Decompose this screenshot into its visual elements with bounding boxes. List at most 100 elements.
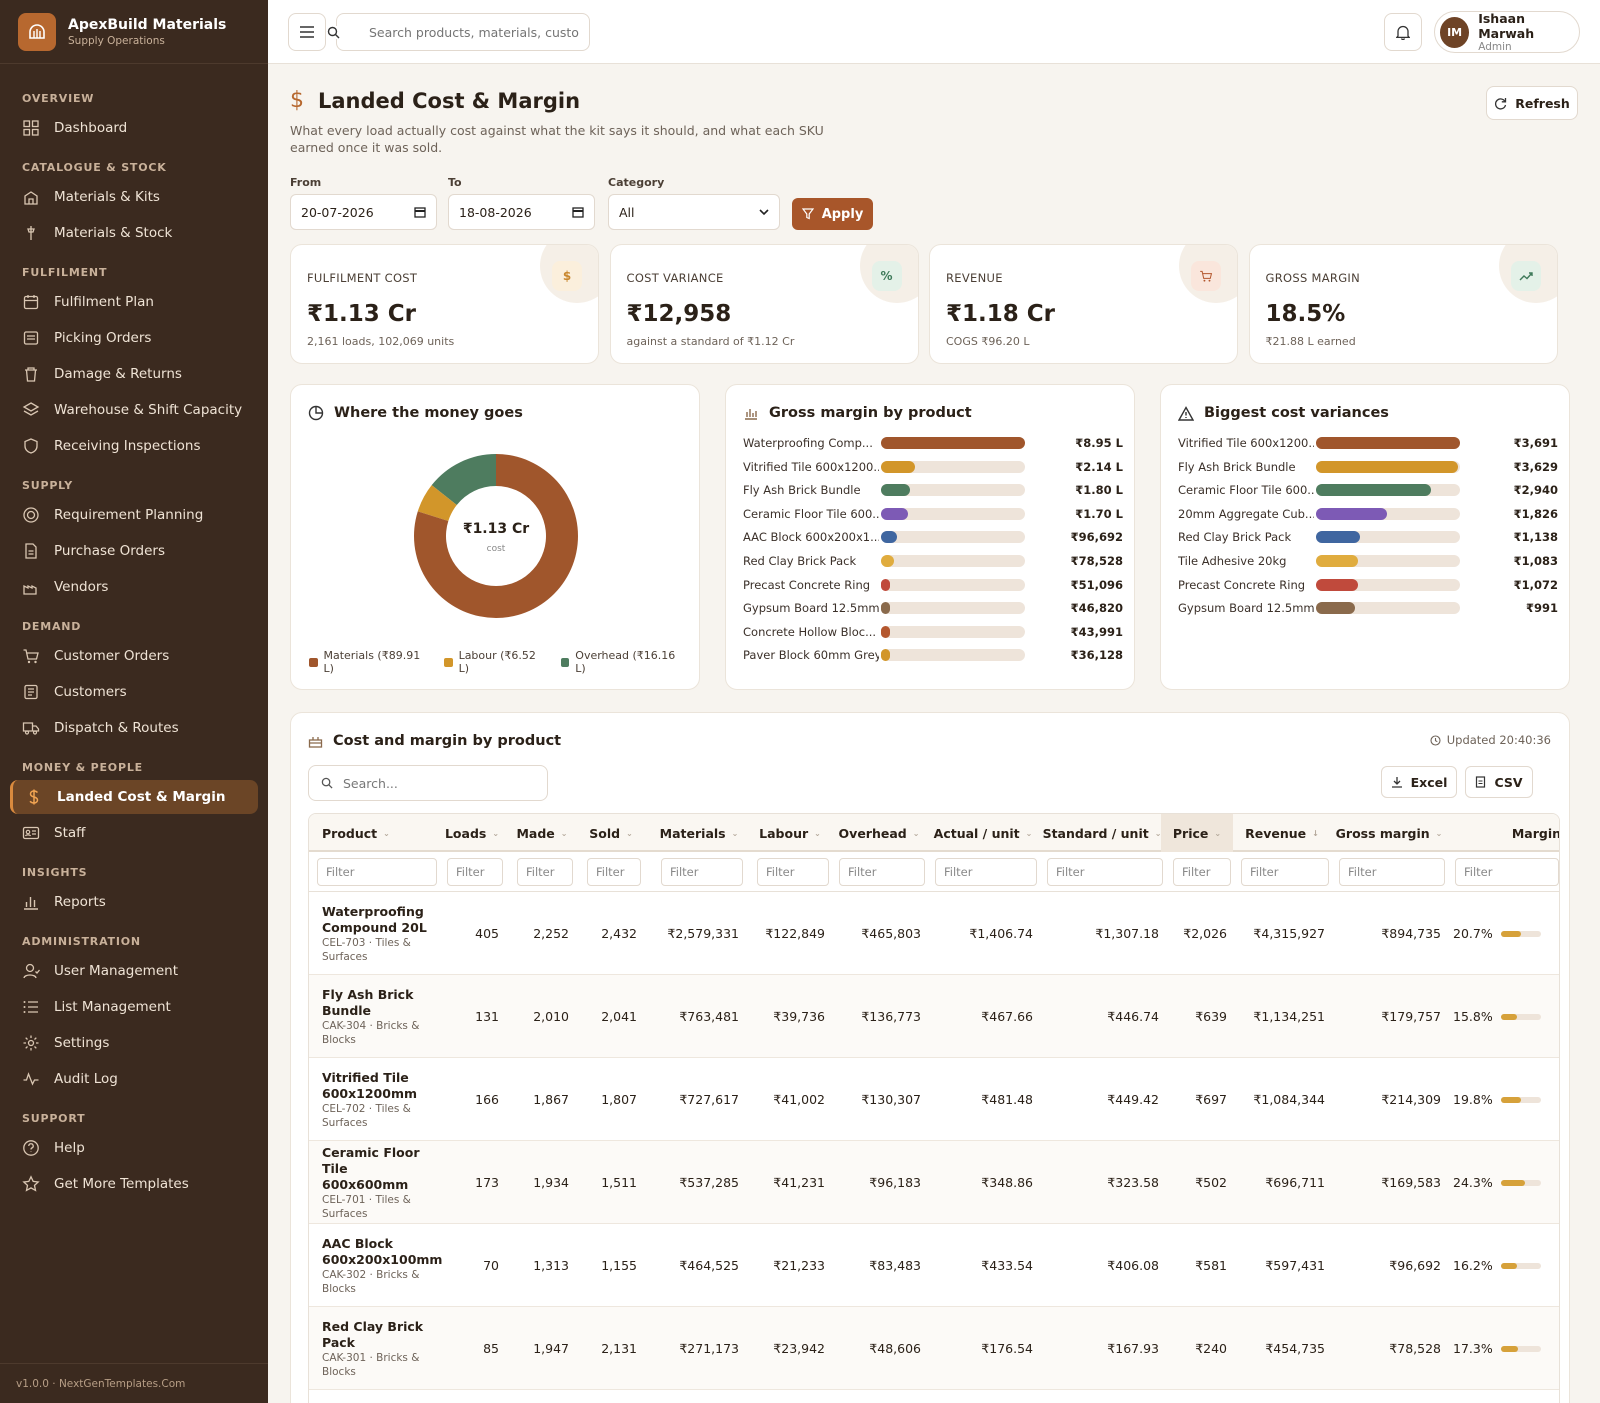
sidebar-item-customer-orders[interactable]: Customer Orders <box>10 639 258 673</box>
bar-row[interactable]: Red Clay Brick Pack ₹1,138 <box>1178 525 1558 549</box>
table-row[interactable]: Ceramic Floor Tile 600x600mm CEL-701 · T… <box>309 1141 1559 1224</box>
sidebar-item-requirement-planning[interactable]: Requirement Planning <box>10 498 258 532</box>
column-header-standard-unit[interactable]: Standard / unit ⌄ <box>1039 814 1165 852</box>
cell-price: ₹581 <box>1195 1258 1227 1273</box>
column-header-price[interactable]: Price ⌄ <box>1161 814 1233 852</box>
sidebar-item-materials-stock[interactable]: Materials & Stock <box>10 216 258 250</box>
cell-materials: ₹271,173 <box>679 1341 739 1356</box>
margin-value: 17.3% <box>1453 1341 1493 1356</box>
sidebar-item-materials-kits[interactable]: Materials & Kits <box>10 180 258 214</box>
bar-row[interactable]: Concrete Hollow Bloc... ₹43,991 <box>743 620 1123 644</box>
donut-legend: Materials (₹89.91 L) Labour (₹6.52 L) Over… <box>309 649 699 675</box>
column-filter-input[interactable]: Filter <box>1241 858 1329 886</box>
cell-loads: 173 <box>475 1175 499 1190</box>
global-search-input[interactable] <box>369 24 579 40</box>
from-date-input[interactable]: 20-07-2026 <box>290 194 437 230</box>
bar-row[interactable]: Precast Concrete Ring ₹51,096 <box>743 573 1123 597</box>
menu-toggle-button[interactable] <box>288 13 326 51</box>
bar-row[interactable]: 20mm Aggregate Cub... ₹1,826 <box>1178 502 1558 526</box>
bar-row[interactable]: Gypsum Board 12.5mm ₹991 <box>1178 596 1558 620</box>
csv-export-button[interactable]: CSV <box>1465 766 1533 798</box>
sidebar-item-list-management[interactable]: List Management <box>10 990 258 1024</box>
bar-row[interactable]: Fly Ash Brick Bundle ₹3,629 <box>1178 455 1558 479</box>
bar-value: ₹36,128 <box>1070 648 1123 663</box>
global-search[interactable] <box>327 13 590 51</box>
bar-row[interactable]: Tile Adhesive 20kg ₹1,083 <box>1178 549 1558 573</box>
column-filter-input[interactable]: Filter <box>317 858 437 886</box>
sidebar-item-receiving-inspections[interactable]: Receiving Inspections <box>10 429 258 463</box>
sidebar-item-user-management[interactable]: User Management <box>10 954 258 988</box>
to-date-input[interactable]: 18-08-2026 <box>448 194 595 230</box>
brand[interactable]: ApexBuild Materials Supply Operations <box>0 0 268 64</box>
sidebar-item-dashboard[interactable]: Dashboard <box>10 111 258 145</box>
sidebar-item-staff[interactable]: Staff <box>10 816 258 850</box>
refresh-button[interactable]: Refresh <box>1486 86 1578 120</box>
column-filter-input[interactable]: Filter <box>1173 858 1231 886</box>
table-row[interactable]: Vitrified Tile 600x1200mm CEL-702 · Tile… <box>309 1058 1559 1141</box>
sidebar-item-warehouse-shift-capacity[interactable]: Warehouse & Shift Capacity <box>10 393 258 427</box>
category-select[interactable]: All <box>608 194 780 230</box>
column-filter-input[interactable]: Filter <box>1339 858 1445 886</box>
bar-row[interactable]: AAC Block 600x200x1... ₹96,692 <box>743 525 1123 549</box>
table-row[interactable]: Red Clay Brick Pack CAK-301 · Bricks & B… <box>309 1307 1559 1390</box>
column-filter-input[interactable]: Filter <box>661 858 743 886</box>
bar-row[interactable]: Ceramic Floor Tile 600... ₹2,940 <box>1178 478 1558 502</box>
sidebar-item-purchase-orders[interactable]: Purchase Orders <box>10 534 258 568</box>
dollar-icon: $ <box>552 261 582 291</box>
sidebar-item-help[interactable]: Help <box>10 1131 258 1165</box>
id-card-icon <box>22 824 40 842</box>
sidebar-item-get-more-templates[interactable]: Get More Templates <box>10 1167 258 1201</box>
column-header-revenue[interactable]: Revenue ↓ <box>1233 814 1331 852</box>
bar-row[interactable]: Vitrified Tile 600x1200... ₹2.14 L <box>743 455 1123 479</box>
column-filter-input[interactable]: Filter <box>935 858 1037 886</box>
apply-button[interactable]: Apply <box>792 198 873 230</box>
bar-row[interactable]: Paver Block 60mm Grey ₹36,128 <box>743 643 1123 667</box>
cell-loads: 70 <box>483 1258 499 1273</box>
sidebar-item-dispatch-routes[interactable]: Dispatch & Routes <box>10 711 258 745</box>
column-header-product[interactable]: Product ⌄ <box>322 814 452 852</box>
column-header-labour[interactable]: Labour ⌄ <box>749 814 831 852</box>
bar-row[interactable]: Precast Concrete Ring ₹1,072 <box>1178 573 1558 597</box>
sidebar-item-picking-orders[interactable]: Picking Orders <box>10 321 258 355</box>
column-header-overhead[interactable]: Overhead ⌄ <box>831 814 927 852</box>
table-row[interactable]: AAC Block 600x200x100mm CAK-302 · Bricks… <box>309 1224 1559 1307</box>
sidebar-item-audit-log[interactable]: Audit Log <box>10 1062 258 1096</box>
user-menu[interactable]: IM Ishaan Marwah Admin <box>1434 11 1580 53</box>
filter-icon <box>801 208 814 220</box>
column-header-made[interactable]: Made ⌄ <box>509 814 575 852</box>
column-filter-input[interactable]: Filter <box>1047 858 1163 886</box>
column-header-gross-margin[interactable]: Gross margin ⌄ <box>1331 814 1447 852</box>
sidebar-item-settings[interactable]: Settings <box>10 1026 258 1060</box>
excel-export-button[interactable]: Excel <box>1381 766 1457 798</box>
bar-row[interactable]: Red Clay Brick Pack ₹78,528 <box>743 549 1123 573</box>
column-filter-input[interactable]: Filter <box>447 858 503 886</box>
column-header-margin[interactable]: Margin <box>1447 814 1559 852</box>
sidebar-item-reports[interactable]: Reports <box>10 885 258 919</box>
sidebar-item-damage-returns[interactable]: Damage & Returns <box>10 357 258 391</box>
table-search-input[interactable]: Search... <box>308 765 548 801</box>
sidebar-item-customers[interactable]: Customers <box>10 675 258 709</box>
bar-row[interactable]: Waterproofing Comp... ₹8.95 L <box>743 431 1123 455</box>
column-filter-input[interactable]: Filter <box>517 858 573 886</box>
sidebar-item-vendors[interactable]: Vendors <box>10 570 258 604</box>
sidebar-item-fulfilment-plan[interactable]: Fulfilment Plan <box>10 285 258 319</box>
table-row[interactable]: Waterproofing Compound 20L CEL-703 · Til… <box>309 892 1559 975</box>
column-header-materials[interactable]: Materials ⌄ <box>653 814 745 852</box>
cell-made: 2,010 <box>533 1009 569 1024</box>
column-header-loads[interactable]: Loads ⌄ <box>439 814 505 852</box>
column-header-sold[interactable]: Sold ⌄ <box>579 814 643 852</box>
notifications-button[interactable] <box>1384 13 1422 51</box>
bar-row[interactable]: Ceramic Floor Tile 600... ₹1.70 L <box>743 502 1123 526</box>
column-filter-input[interactable]: Filter <box>757 858 829 886</box>
bar-row[interactable]: Fly Ash Brick Bundle ₹1.80 L <box>743 478 1123 502</box>
table-row[interactable]: Fly Ash Brick Bundle CAK-304 · Bricks & … <box>309 975 1559 1058</box>
legend-swatch <box>560 657 570 667</box>
trending-up-icon <box>1510 261 1541 291</box>
column-filter-input[interactable]: Filter <box>587 858 641 886</box>
sidebar-item-landed-cost-margin[interactable]: Landed Cost & Margin <box>10 780 258 814</box>
bar-row[interactable]: Gypsum Board 12.5mm ₹46,820 <box>743 596 1123 620</box>
column-filter-input[interactable]: Filter <box>839 858 925 886</box>
bar-row[interactable]: Vitrified Tile 600x1200... ₹3,691 <box>1178 431 1558 455</box>
column-filter-input[interactable]: Filter <box>1455 858 1559 886</box>
column-header-actual-unit[interactable]: Actual / unit ⌄ <box>927 814 1039 852</box>
